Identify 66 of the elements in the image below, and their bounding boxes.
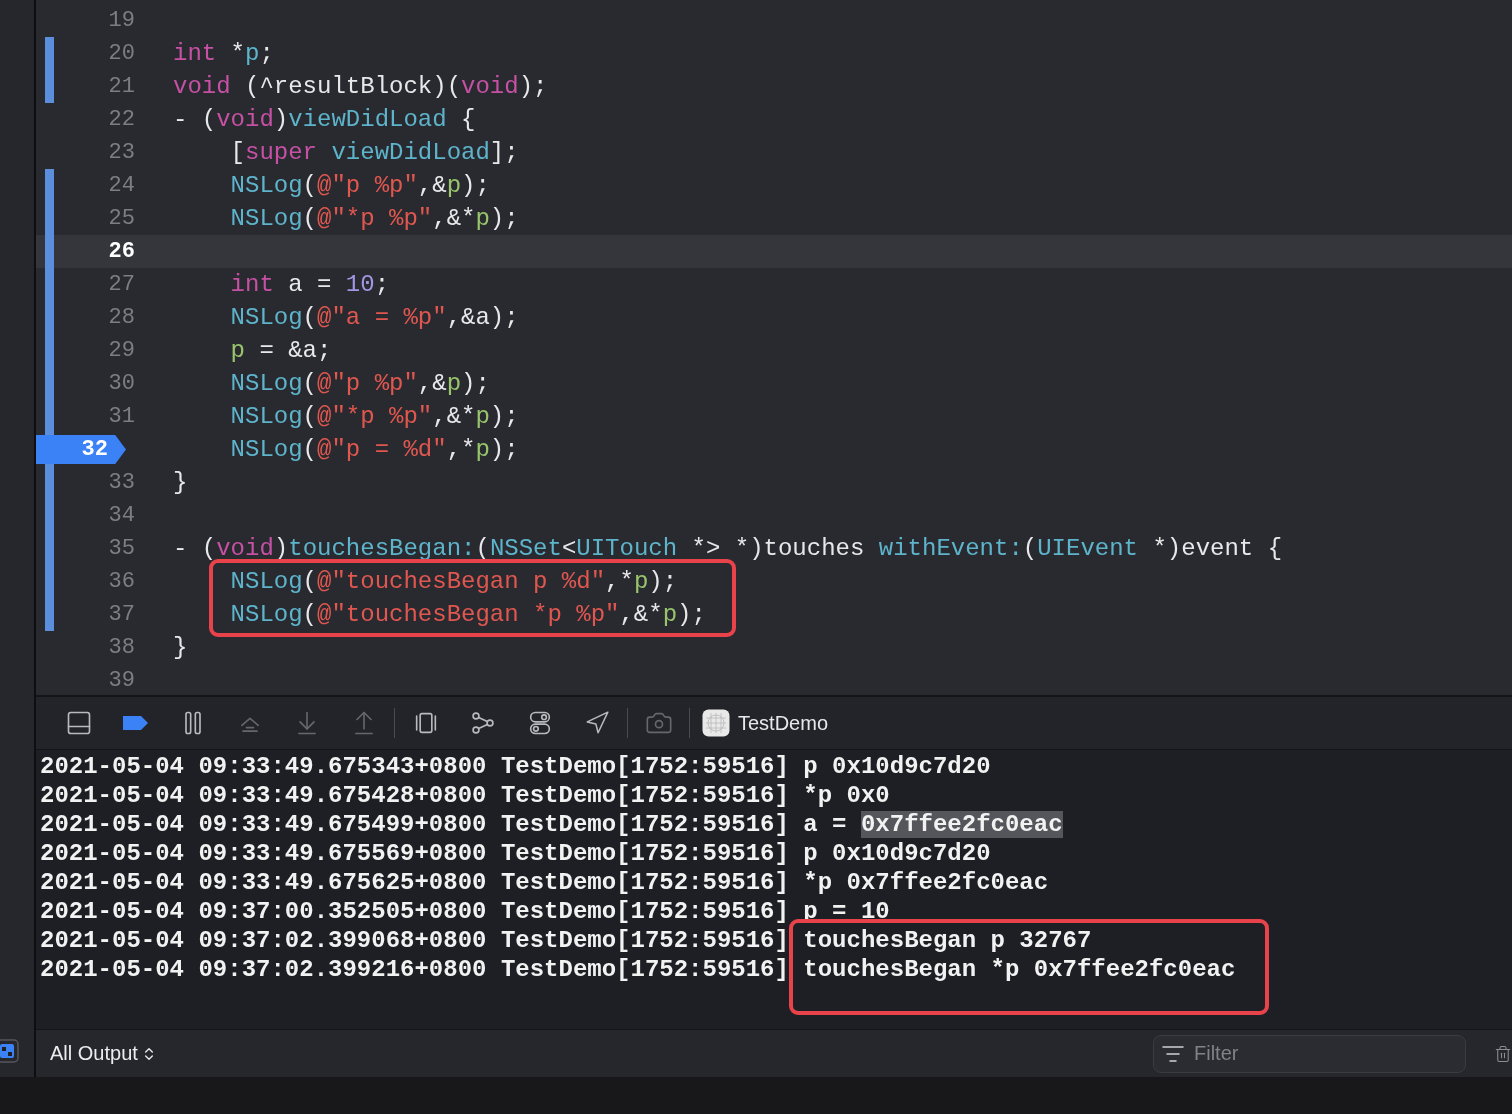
output-menu[interactable]: All Output [50,1042,157,1065]
log-process: TestDemo[1752:59516] [500,927,789,954]
code-line: int a = 10; [230,271,390,298]
log-message: a = [803,811,847,838]
log-timestamp: 2021-05-04 09:33:49.675428+0800 [40,782,487,809]
line-number: 23 [107,140,135,165]
log-message: touchesBegan p 32767 [803,927,1092,954]
line-number: 27 [107,272,135,297]
process-name: TestDemo [738,711,829,735]
breakpoint-marker[interactable]: 32 [36,435,126,464]
line-number: 19 [107,8,135,33]
code-line: - (void)viewDidLoad { [173,106,476,133]
code-line: } [173,634,188,661]
line-number: 21 [107,74,135,99]
log-process: TestDemo[1752:59516] [500,898,789,925]
log-timestamp: 2021-05-04 09:37:00.352505+0800 [40,898,487,925]
log-process: TestDemo[1752:59516] [500,840,789,867]
log-process: TestDemo[1752:59516] [500,753,789,780]
line-number: 38 [107,635,135,660]
log-message: p 0x10d9c7d20 [803,840,991,867]
line-number: 33 [107,470,135,495]
log-process: TestDemo[1752:59516] [500,811,789,838]
app-icon [702,709,730,737]
line-number: 25 [107,206,135,231]
line-number: 28 [107,305,135,330]
log-timestamp: 2021-05-04 09:37:02.399216+0800 [40,956,487,983]
line-number: 35 [107,536,135,561]
filter-field[interactable]: Filter [1153,1034,1466,1073]
code-line: } [173,469,188,496]
line-number: 36 [107,569,135,594]
log-message: *p 0x7ffee2fc0eac [803,869,1049,896]
line-number: 31 [107,404,135,429]
code-line: NSLog(@"touchesBegan *p %p",&*p); [230,601,706,628]
log-message: p 0x10d9c7d20 [803,753,991,780]
line-number: 39 [107,668,135,693]
code-line: NSLog(@"p %p",&p); [230,172,490,199]
log-process: TestDemo[1752:59516] [500,782,789,809]
code-line: NSLog(@"*p %p",&*p); [230,205,519,232]
line-number: 24 [107,173,135,198]
code-line: p = &a; [230,337,332,364]
code-line: void (^resultBlock)(void); [173,73,548,100]
log-timestamp: 2021-05-04 09:33:49.675343+0800 [40,753,487,780]
code-line: NSLog(@"*p %p",&*p); [230,403,519,430]
log-timestamp: 2021-05-04 09:33:49.675499+0800 [40,811,487,838]
line-number: 20 [107,41,135,66]
line-number: 26 [107,239,135,264]
code-line: NSLog(@"touchesBegan p %d",*p); [230,568,678,595]
line-number: 34 [107,503,135,528]
code-line: NSLog(@"p %p",&p); [230,370,490,397]
log-process: TestDemo[1752:59516] [500,869,789,896]
selected-text: 0x7ffee2fc0eac [860,811,1063,838]
log-message: touchesBegan *p 0x7ffee2fc0eac [803,956,1236,983]
line-number: 22 [107,107,135,132]
line-number: 30 [107,371,135,396]
log-process: TestDemo[1752:59516] [500,956,789,983]
line-number: 29 [107,338,135,363]
code-line: NSLog(@"a = %p",&a); [230,304,519,331]
code-line: NSLog(@"p = %d",*p); [230,436,519,463]
log-timestamp: 2021-05-04 09:33:49.675625+0800 [40,869,487,896]
log-message: *p 0x0 [803,782,890,809]
code-line: int *p; [173,40,274,67]
line-number: 37 [107,602,135,627]
log-timestamp: 2021-05-04 09:37:02.399068+0800 [40,927,487,954]
debug-area-icon[interactable] [0,1039,20,1063]
log-timestamp: 2021-05-04 09:33:49.675569+0800 [40,840,487,867]
code-line: [super viewDidLoad]; [230,139,519,166]
